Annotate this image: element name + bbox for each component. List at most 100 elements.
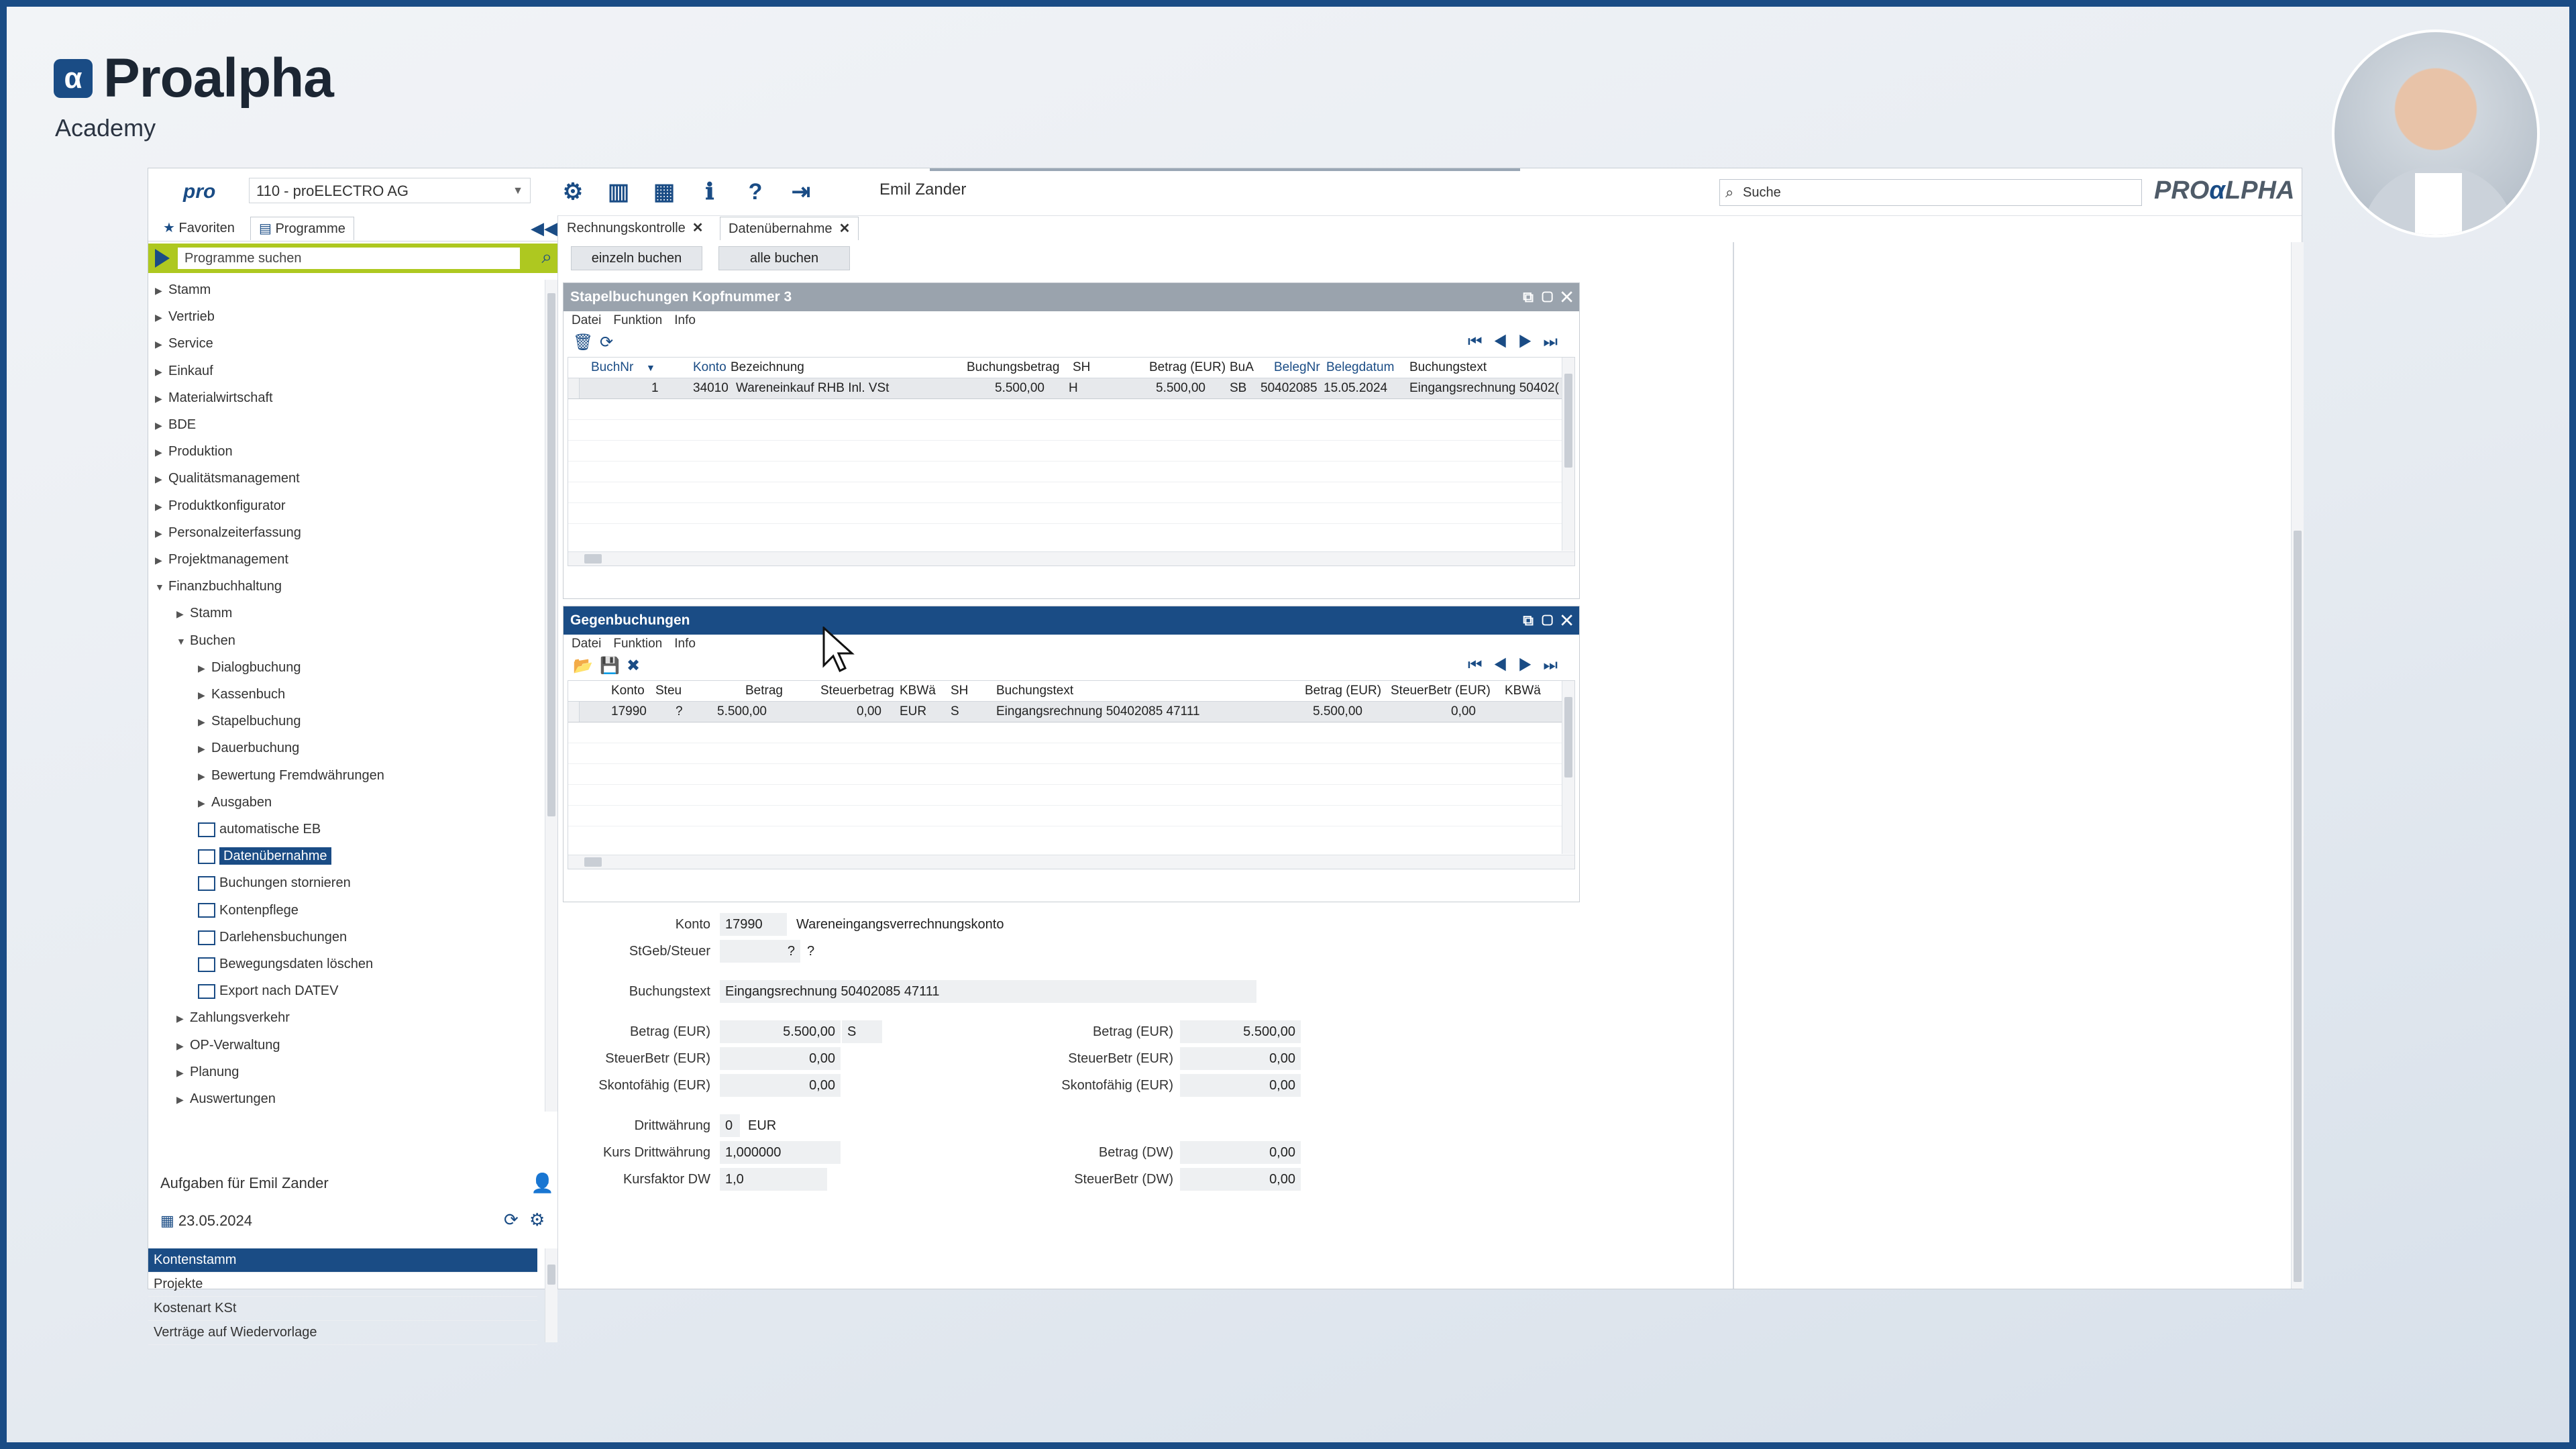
chevron-down-icon[interactable]: ▼ <box>155 577 168 597</box>
trash-icon[interactable]: 🗑 <box>573 333 593 352</box>
chevron-right-icon[interactable]: ▶ <box>155 388 168 409</box>
first-record-icon[interactable]: ⏮ <box>1468 656 1493 674</box>
sh-field[interactable]: S <box>842 1020 882 1043</box>
tree-item[interactable]: ▶ Stamm <box>155 280 211 300</box>
chevron-right-icon[interactable]: ▶ <box>155 334 168 354</box>
chevron-right-icon[interactable]: ▶ <box>176 1063 190 1083</box>
search-icon[interactable]: ⌕ <box>541 246 552 268</box>
first-record-icon[interactable]: ⏮ <box>1468 333 1493 351</box>
col-betrag-eur[interactable]: Betrag (EUR) <box>1305 681 1381 701</box>
refresh-icon[interactable]: ⟳ <box>600 333 613 352</box>
table-row[interactable]: 1 34010 Wareneinkauf RHB Inl. VSt 5.500,… <box>568 378 1574 399</box>
refresh-icon[interactable]: ⟳ <box>504 1210 519 1230</box>
tree-item[interactable]: ▼ Buchen <box>176 631 235 651</box>
tree-item[interactable]: ▶ Ausgaben <box>198 792 272 812</box>
tree-item[interactable]: ▶ Projektmanagement <box>155 549 288 570</box>
tab-datenuebernahme[interactable]: Datenübernahme ✕ <box>720 217 859 240</box>
panel-toggle-icon[interactable]: ▥ <box>604 178 633 206</box>
last-record-icon[interactable]: ⏭ <box>1543 333 1568 351</box>
chevron-right-icon[interactable]: ▶ <box>176 1089 190 1110</box>
tree-item[interactable]: ▶ Produktkonfigurator <box>155 496 286 516</box>
close-icon[interactable]: ✕ <box>692 221 704 235</box>
chevron-down-icon[interactable]: ▼ <box>176 631 190 651</box>
chevron-right-icon[interactable]: ▶ <box>198 793 211 813</box>
drittwaehrung-code-field[interactable]: 0 <box>720 1114 740 1137</box>
col-belegnr[interactable]: BelegNr <box>1274 358 1320 378</box>
col-bua[interactable]: BuA <box>1230 358 1254 378</box>
delete-icon[interactable]: ✖ <box>627 656 640 676</box>
einzeln-buchen-button[interactable]: einzeln buchen <box>571 246 702 270</box>
col-buchungstext[interactable]: Buchungstext <box>1409 358 1487 378</box>
tree-item[interactable]: ▶ OP-Verwaltung <box>176 1035 280 1055</box>
prev-record-icon[interactable]: ◀ <box>1493 656 1518 674</box>
tree-item[interactable]: Kontenpflege <box>198 900 299 920</box>
konto-field[interactable]: 17990 <box>720 913 787 936</box>
tree-item[interactable]: ▶ BDE <box>155 415 196 435</box>
col-steuerbetrag[interactable]: Steuerbetrag <box>820 681 894 701</box>
close-icon[interactable]: ✕ <box>1561 612 1572 629</box>
split-divider[interactable] <box>1733 242 1734 1289</box>
next-record-icon[interactable]: ▶ <box>1518 333 1543 351</box>
tree-item[interactable]: ▶ Qualitätsmanagement <box>155 468 300 488</box>
grid-vscroll[interactable] <box>1562 681 1574 854</box>
col-buchungsbetrag[interactable]: Buchungsbetrag <box>967 358 1059 378</box>
collapse-sidebar-icon[interactable]: ◀◀ <box>531 218 557 239</box>
tree-scroll-thumb[interactable] <box>547 293 555 816</box>
company-select[interactable]: 110 - proELECTRO AG ▼ <box>249 178 531 203</box>
chevron-right-icon[interactable]: ▶ <box>155 496 168 517</box>
task-item[interactable]: Kostenart KSt <box>148 1297 537 1321</box>
stgeb-field[interactable]: ? <box>720 940 800 963</box>
chevron-right-icon[interactable]: ▶ <box>155 469 168 489</box>
col-steuerbetr-eur[interactable]: SteuerBetr (EUR) <box>1391 681 1491 701</box>
tree-item[interactable]: Bewegungsdaten löschen <box>198 954 373 974</box>
logout-icon[interactable]: ⇥ <box>787 178 815 206</box>
grid-hscroll[interactable] <box>568 855 1574 869</box>
menu-datei[interactable]: Datei <box>572 637 601 651</box>
help-icon[interactable]: ? <box>741 178 769 206</box>
chevron-right-icon[interactable]: ▶ <box>155 550 168 570</box>
col-buchnr[interactable]: BuchNr <box>591 358 633 378</box>
chevron-right-icon[interactable]: ▶ <box>155 415 168 435</box>
task-scrollbar[interactable] <box>545 1248 557 1342</box>
alle-buchen-button[interactable]: alle buchen <box>718 246 850 270</box>
chevron-right-icon[interactable]: ▶ <box>176 1008 190 1028</box>
tree-item[interactable]: ▶ Planung <box>176 1062 239 1082</box>
tab-rechnungskontrolle[interactable]: Rechnungskontrolle ✕ <box>559 217 712 239</box>
col-kbwa[interactable]: KBWä <box>900 681 936 701</box>
chevron-right-icon[interactable]: ▶ <box>198 712 211 732</box>
tree-item[interactable]: automatische EB <box>198 819 321 839</box>
folder-open-icon[interactable]: 📂 <box>573 656 593 676</box>
tree-item[interactable]: ▶ Stapelbuchung <box>198 711 301 731</box>
restore-icon[interactable]: ⧉ <box>1523 288 1534 305</box>
col-konto[interactable]: Konto <box>611 681 645 701</box>
tree-item[interactable]: ▶ Bewertung Fremdwährungen <box>198 765 384 786</box>
menu-info[interactable]: Info <box>674 313 696 327</box>
menu-info[interactable]: Info <box>674 637 696 651</box>
menu-funktion[interactable]: Funktion <box>613 313 662 327</box>
tree-item[interactable]: Darlehensbuchungen <box>198 927 347 947</box>
tree-item[interactable]: ▶ Einkauf <box>155 361 213 381</box>
menu-funktion[interactable]: Funktion <box>613 637 662 651</box>
tree-item[interactable]: ▶ Vertrieb <box>155 307 215 327</box>
save-icon[interactable]: 💾 <box>600 656 620 676</box>
task-scroll-thumb[interactable] <box>547 1265 555 1285</box>
row-selector[interactable] <box>568 702 580 722</box>
table-row[interactable]: 17990 ? 5.500,00 0,00 EUR S Eingangsrech… <box>568 702 1574 722</box>
chevron-right-icon[interactable]: ▶ <box>155 362 168 382</box>
tree-item[interactable]: ▶ Produktion <box>155 441 233 462</box>
tree-item[interactable]: ▶ Dialogbuchung <box>198 657 301 678</box>
tree-item[interactable]: ▶ Service <box>155 333 213 354</box>
col-sh[interactable]: SH <box>951 681 968 701</box>
tree-item[interactable]: ▶ Kassenbuch <box>198 684 285 704</box>
chevron-right-icon[interactable]: ▶ <box>198 658 211 678</box>
task-item[interactable]: Verträge auf Wiedervorlage <box>148 1321 537 1345</box>
chevron-right-icon[interactable]: ▶ <box>176 1036 190 1056</box>
skonto-field[interactable]: 0,00 <box>720 1074 841 1097</box>
col-bezeichnung[interactable]: Bezeichnung <box>731 358 804 378</box>
chevron-right-icon[interactable]: ▶ <box>198 685 211 705</box>
col-betrag-eur[interactable]: Betrag (EUR) <box>1149 358 1226 378</box>
grid-hscroll[interactable] <box>568 551 1574 566</box>
tree-item[interactable]: ▼ Finanzbuchhaltung <box>155 576 282 596</box>
maximize-icon[interactable]: ▢ <box>1542 612 1553 629</box>
gear-icon[interactable]: ⚙ <box>559 178 587 206</box>
